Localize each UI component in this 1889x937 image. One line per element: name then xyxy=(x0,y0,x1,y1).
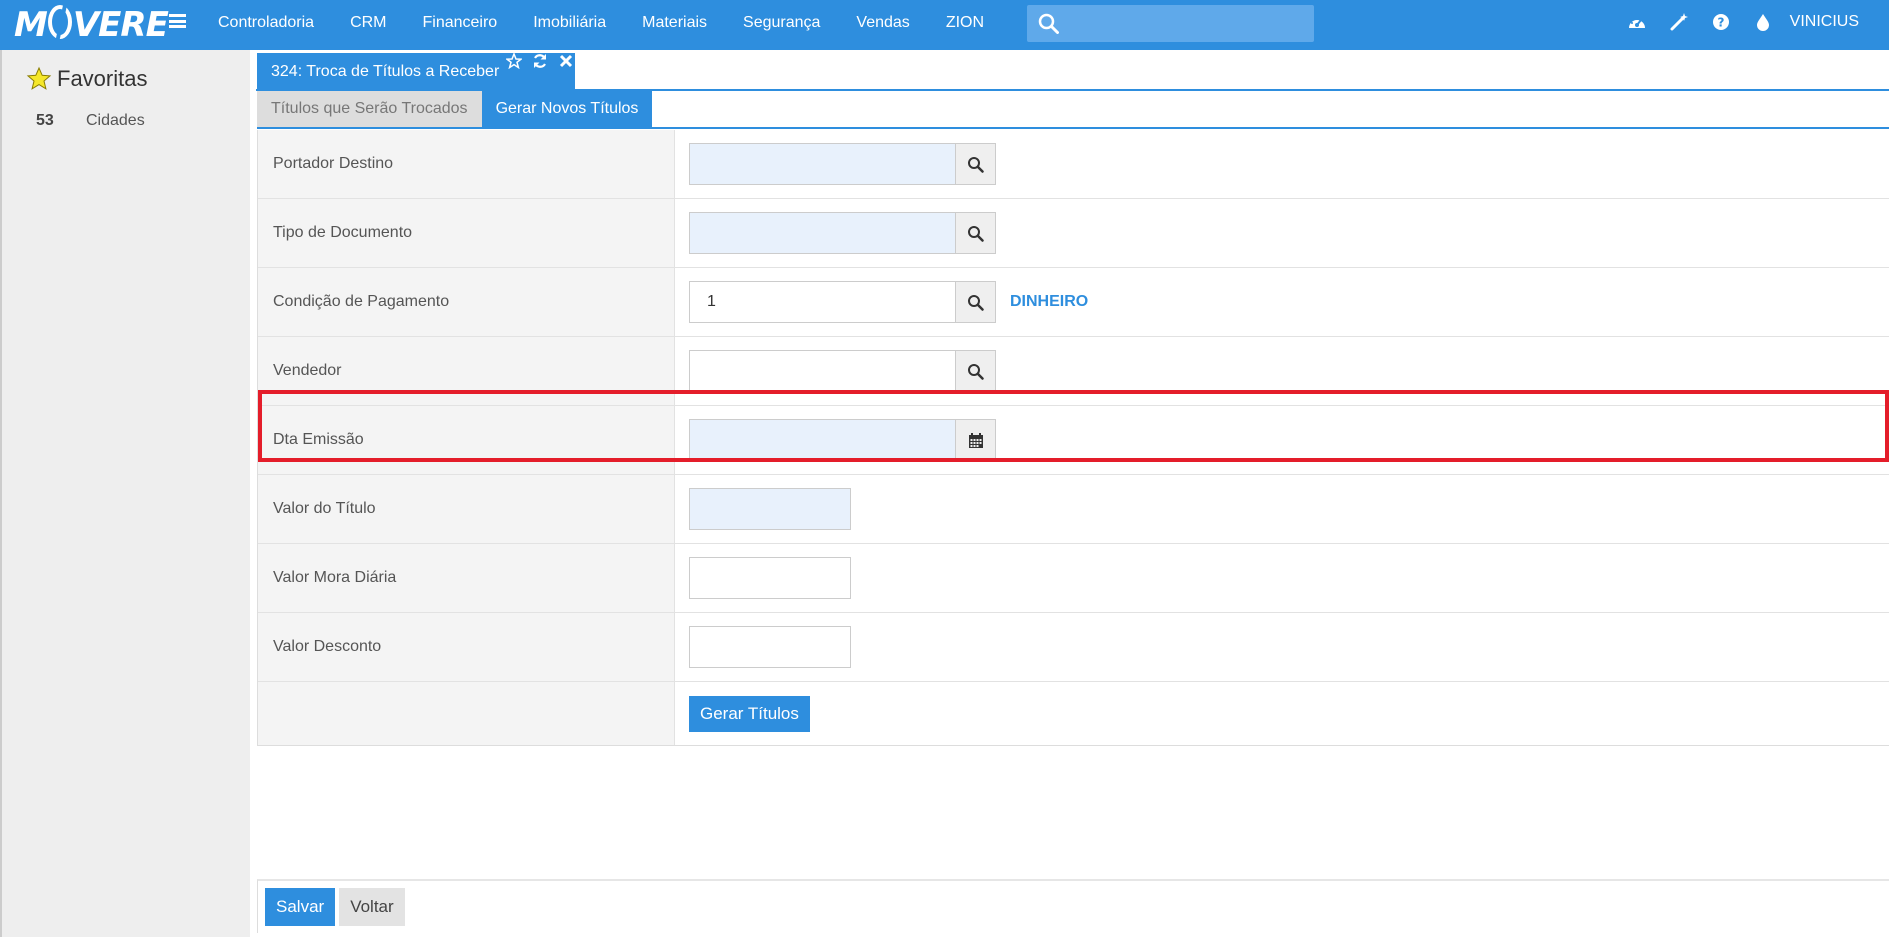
nav-vendas[interactable]: Vendas xyxy=(856,14,909,32)
window-tab-actions xyxy=(504,51,574,70)
vendedor-lookup xyxy=(689,350,996,392)
top-navbar: M VERE Controladoria CRM Financeiro Imobi… xyxy=(0,0,1889,50)
nav-imobiliaria[interactable]: Imobiliária xyxy=(533,14,606,32)
nav-zion[interactable]: ZION xyxy=(946,14,984,32)
condicao-pagamento-label: Condição de Pagamento xyxy=(273,293,450,310)
search-input[interactable] xyxy=(1067,9,1307,37)
portador-search-button[interactable] xyxy=(955,143,996,185)
window-title: 324: Troca de Títulos a Receber xyxy=(271,63,500,80)
drop-icon[interactable] xyxy=(1752,11,1774,33)
search-icon xyxy=(968,156,984,173)
portador-destino-lookup xyxy=(689,143,996,185)
vendedor-label: Vendedor xyxy=(273,362,342,379)
row-valor-titulo: Valor do Título xyxy=(258,475,1889,544)
user-name[interactable]: VINICIUS xyxy=(1790,13,1859,31)
refresh-icon[interactable] xyxy=(532,53,548,69)
tab-gerar-novos-titulos[interactable]: Gerar Novos Títulos xyxy=(481,91,653,127)
search-icon[interactable] xyxy=(1038,13,1059,34)
nav-materiais[interactable]: Materiais xyxy=(642,14,707,32)
close-icon[interactable] xyxy=(558,53,574,69)
tab-titulos-trocados[interactable]: Títulos que Serão Trocados xyxy=(257,91,482,127)
movere-logo[interactable]: M VERE xyxy=(14,4,169,46)
favorite-item-number: 53 xyxy=(36,112,54,129)
valor-titulo-input[interactable] xyxy=(689,488,851,530)
search-icon xyxy=(968,294,984,311)
nav-crm[interactable]: CRM xyxy=(350,14,386,32)
dta-emissao-label: Dta Emissão xyxy=(273,431,364,448)
portador-destino-label: Portador Destino xyxy=(273,155,394,172)
generate-titles-form: Portador Destino Tipo de Documento Condi… xyxy=(257,130,1889,746)
top-right-tools: ? VINICIUS xyxy=(1626,0,1859,44)
svg-text:?: ? xyxy=(1717,16,1724,30)
tipo-documento-label: Tipo de Documento xyxy=(273,224,413,241)
dta-emissao-picker xyxy=(689,419,996,461)
main-panel: 324: Troca de Títulos a Receber Títulos … xyxy=(256,50,1889,937)
global-search xyxy=(1027,5,1314,42)
condicao-search-button[interactable] xyxy=(955,281,996,323)
save-button[interactable]: Salvar xyxy=(265,888,336,926)
tipo-documento-input[interactable] xyxy=(689,212,955,254)
condicao-pagamento-description[interactable]: DINHEIRO xyxy=(1010,293,1088,311)
valor-titulo-label: Valor do Título xyxy=(273,500,376,517)
back-button[interactable]: Voltar xyxy=(339,888,405,926)
condicao-pagamento-input[interactable] xyxy=(689,281,955,323)
row-valor-desconto: Valor Desconto xyxy=(258,613,1889,682)
valor-desconto-input[interactable] xyxy=(689,626,851,668)
favorite-item[interactable]: 53 Cidades xyxy=(36,112,145,130)
favorite-star-icon[interactable] xyxy=(504,51,524,70)
search-icon xyxy=(968,225,984,242)
valor-mora-input[interactable] xyxy=(689,557,851,599)
form-tabs: Títulos que Serão Trocados Gerar Novos T… xyxy=(257,91,653,127)
row-vendedor: Vendedor xyxy=(258,337,1889,406)
tipo-documento-lookup xyxy=(689,212,996,254)
hamburger-menu-icon[interactable] xyxy=(169,14,186,28)
row-tipo-documento: Tipo de Documento xyxy=(258,199,1889,268)
vendedor-search-button[interactable] xyxy=(955,350,996,392)
row-actions: Gerar Títulos xyxy=(258,682,1889,745)
valor-desconto-label: Valor Desconto xyxy=(273,638,382,655)
portador-destino-input[interactable] xyxy=(689,143,955,185)
subtab-divider xyxy=(257,127,1889,129)
favorites-header: Favoritas xyxy=(26,66,147,92)
star-icon xyxy=(26,66,52,90)
vendedor-input[interactable] xyxy=(689,350,955,392)
form-footer: Salvar Voltar xyxy=(257,879,1889,933)
magic-wand-icon[interactable] xyxy=(1668,11,1690,33)
nav-controladoria[interactable]: Controladoria xyxy=(218,14,314,32)
search-icon xyxy=(968,363,984,380)
row-valor-mora: Valor Mora Diária xyxy=(258,544,1889,613)
gerar-titulos-button[interactable]: Gerar Títulos xyxy=(689,695,810,732)
help-icon[interactable]: ? xyxy=(1710,11,1732,33)
condicao-pagamento-lookup xyxy=(689,281,996,323)
calendar-icon xyxy=(968,432,983,448)
main-nav: Controladoria CRM Financeiro Imobiliária… xyxy=(200,0,1002,46)
favorites-sidebar: Favoritas 53 Cidades xyxy=(0,50,250,937)
tipo-documento-search-button[interactable] xyxy=(955,212,996,254)
row-portador-destino: Portador Destino xyxy=(258,130,1889,199)
favorites-title: Favoritas xyxy=(57,66,148,91)
row-condicao-pagamento: Condição de Pagamento DINHEIRO xyxy=(258,268,1889,337)
nav-financeiro[interactable]: Financeiro xyxy=(423,14,498,32)
nav-seguranca[interactable]: Segurança xyxy=(743,14,820,32)
valor-mora-label: Valor Mora Diária xyxy=(273,569,397,586)
dashboard-icon[interactable] xyxy=(1626,11,1648,33)
dta-emissao-input[interactable] xyxy=(689,419,955,461)
calendar-button[interactable] xyxy=(955,419,996,461)
row-dta-emissao: Dta Emissão xyxy=(258,406,1889,475)
favorite-item-label[interactable]: Cidades xyxy=(86,112,145,130)
